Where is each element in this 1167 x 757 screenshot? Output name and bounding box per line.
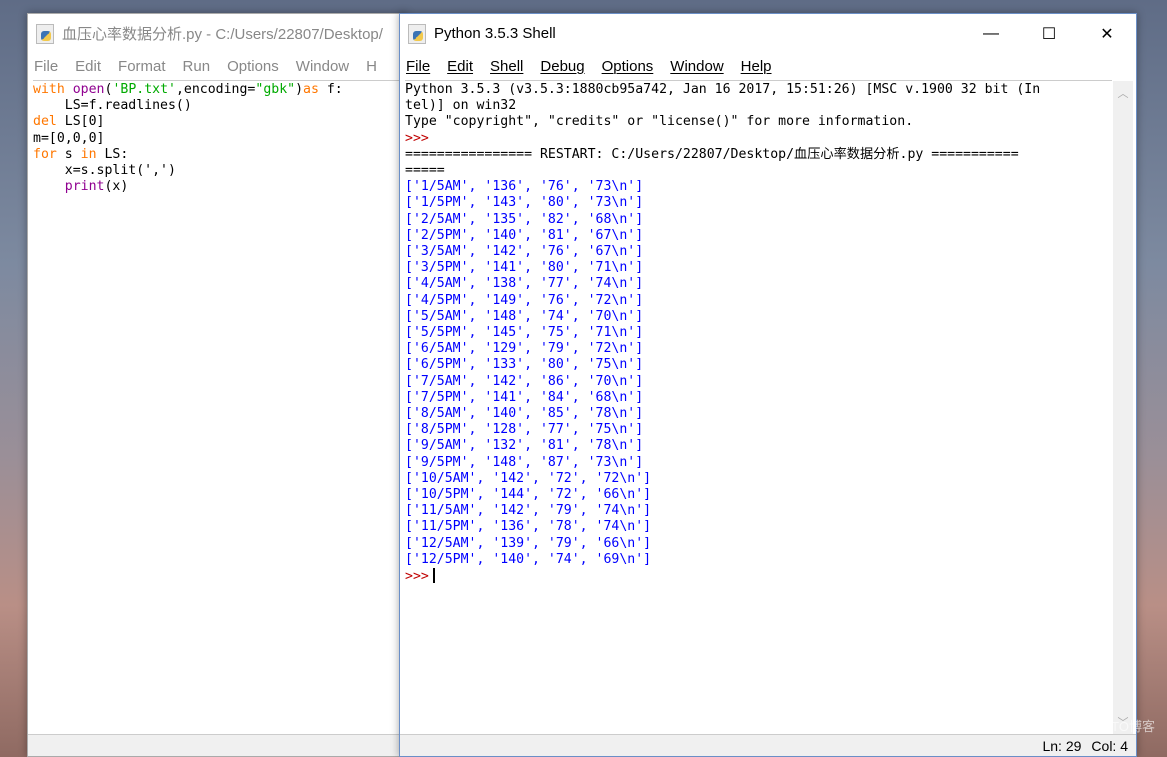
menu-options[interactable]: Options: [602, 58, 654, 75]
restart-line: =====: [405, 163, 445, 179]
menu-debug[interactable]: Debug: [540, 58, 584, 75]
text-cursor: [432, 568, 435, 584]
editor-title: 血压心率数据分析.py - C:/Users/22807/Desktop/: [62, 26, 383, 43]
input-line[interactable]: >>>: [405, 568, 1112, 585]
output-row: ['5/5PM', '145', '75', '71\n']: [405, 325, 644, 341]
line-number: Ln: 29: [1042, 738, 1082, 754]
banner-line: Python 3.5.3 (v3.5.3:1880cb95a742, Jan 1…: [405, 82, 1041, 97]
column-number: Col: 4: [1091, 738, 1128, 754]
shell-output[interactable]: Python 3.5.3 (v3.5.3:1880cb95a742, Jan 1…: [405, 80, 1112, 734]
output-row: ['2/5PM', '140', '81', '67\n']: [405, 227, 644, 243]
shell-title: Python 3.5.3 Shell: [434, 25, 556, 42]
editor-menu-help[interactable]: H: [366, 58, 377, 75]
close-button[interactable]: ✕: [1078, 14, 1136, 53]
scroll-up-icon[interactable]: ︿: [1113, 85, 1133, 101]
output-row: ['7/5PM', '141', '84', '68\n']: [405, 389, 644, 405]
output-row: ['4/5PM', '149', '76', '72\n']: [405, 292, 644, 308]
watermark: @51CTO博客: [1074, 719, 1155, 734]
code-editor[interactable]: with open('BP.txt',encoding="gbk")as f: …: [33, 80, 406, 734]
editor-menubar: File Edit Format Run Options Window H: [28, 53, 406, 79]
output-row: ['11/5AM', '142', '79', '74\n']: [405, 503, 652, 519]
editor-menu-run[interactable]: Run: [183, 58, 211, 75]
output-row: ['9/5PM', '148', '87', '73\n']: [405, 454, 644, 470]
editor-menu-format[interactable]: Format: [118, 58, 166, 75]
menu-help[interactable]: Help: [741, 58, 772, 75]
output-row: ['5/5AM', '148', '74', '70\n']: [405, 308, 644, 324]
output-row: ['9/5AM', '132', '81', '78\n']: [405, 438, 644, 454]
output-row: ['3/5AM', '142', '76', '67\n']: [405, 244, 644, 260]
output-row: ['8/5PM', '128', '77', '75\n']: [405, 422, 644, 438]
banner-line: Type "copyright", "credits" or "license(…: [405, 114, 914, 130]
menu-shell[interactable]: Shell: [490, 58, 523, 75]
output-row: ['8/5AM', '140', '85', '78\n']: [405, 406, 644, 422]
maximize-button[interactable]: ☐: [1020, 14, 1078, 53]
shell-titlebar[interactable]: Python 3.5.3 Shell — ☐ ✕: [400, 14, 1136, 53]
output-row: ['1/5AM', '136', '76', '73\n']: [405, 179, 644, 195]
shell-prompt: >>>: [405, 569, 429, 585]
minimize-button[interactable]: —: [962, 14, 1020, 53]
output-row: ['10/5PM', '144', '72', '66\n']: [405, 487, 652, 503]
output-row: ['2/5AM', '135', '82', '68\n']: [405, 211, 644, 227]
output-row: ['12/5PM', '140', '74', '69\n']: [405, 551, 652, 567]
vertical-scrollbar[interactable]: ︿ ﹀: [1113, 81, 1133, 734]
output-row: ['4/5AM', '138', '77', '74\n']: [405, 276, 644, 292]
output-row: ['7/5AM', '142', '86', '70\n']: [405, 373, 644, 389]
python-file-icon: [36, 23, 54, 44]
menu-edit[interactable]: Edit: [447, 58, 473, 75]
shell-menubar: File Edit Shell Debug Options Window Hel…: [400, 53, 1136, 79]
menu-window[interactable]: Window: [670, 58, 723, 75]
editor-menu-window[interactable]: Window: [296, 58, 349, 75]
editor-menu-file[interactable]: File: [34, 58, 58, 75]
python-icon: [408, 23, 426, 44]
shell-window: Python 3.5.3 Shell — ☐ ✕ File Edit Shell…: [399, 13, 1137, 757]
output-row: ['10/5AM', '142', '72', '72\n']: [405, 470, 652, 486]
shell-statusbar: Ln: 29 Col: 4: [400, 734, 1136, 756]
editor-titlebar[interactable]: 血压心率数据分析.py - C:/Users/22807/Desktop/: [28, 14, 406, 53]
output-row: ['1/5PM', '143', '80', '73\n']: [405, 195, 644, 211]
restart-line: ================ RESTART: C:/Users/22807…: [405, 146, 1019, 162]
output-row: ['3/5PM', '141', '80', '71\n']: [405, 260, 644, 276]
output-row: ['6/5AM', '129', '79', '72\n']: [405, 341, 644, 357]
banner-line: tel)] on win32: [405, 98, 517, 114]
output-row: ['11/5PM', '136', '78', '74\n']: [405, 519, 652, 535]
editor-menu-options[interactable]: Options: [227, 58, 279, 75]
menu-file[interactable]: File: [406, 58, 430, 75]
editor-menu-edit[interactable]: Edit: [75, 58, 101, 75]
shell-prompt: >>>: [405, 130, 429, 146]
editor-window: 血压心率数据分析.py - C:/Users/22807/Desktop/ Fi…: [27, 13, 407, 757]
editor-statusbar: [28, 734, 406, 756]
output-row: ['6/5PM', '133', '80', '75\n']: [405, 357, 644, 373]
output-row: ['12/5AM', '139', '79', '66\n']: [405, 535, 652, 551]
